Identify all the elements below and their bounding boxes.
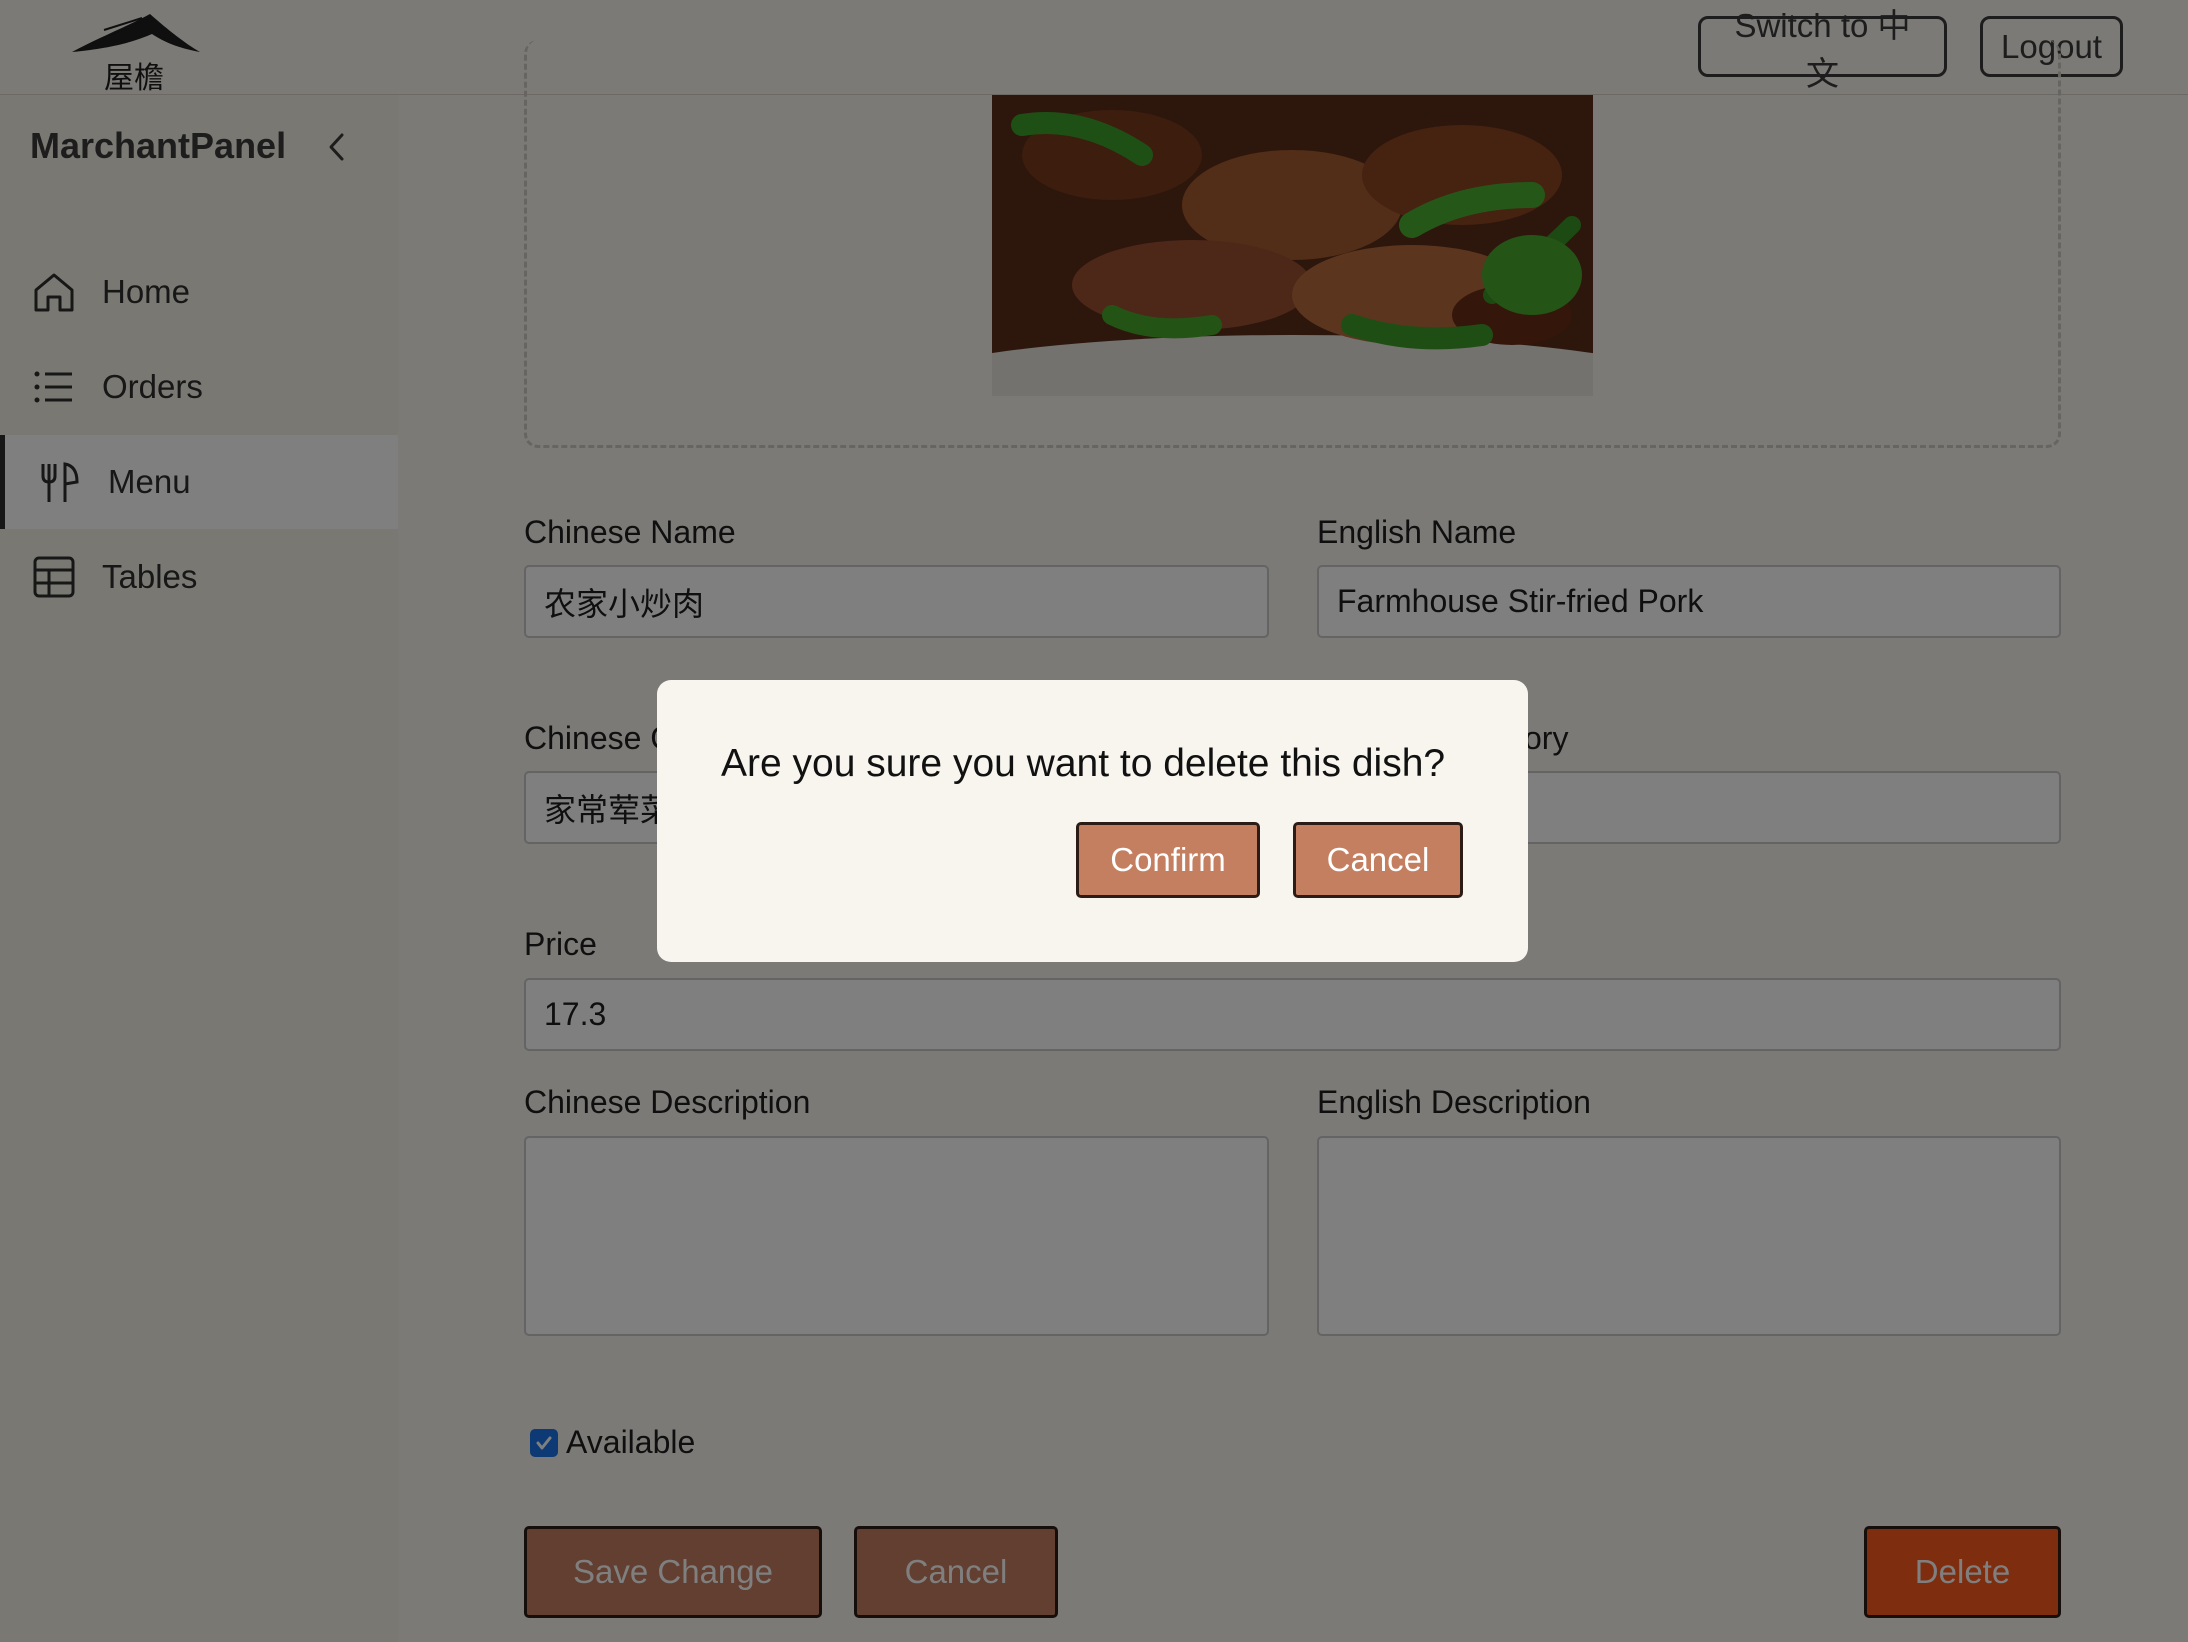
- confirm-button[interactable]: Confirm: [1076, 822, 1260, 898]
- delete-confirm-dialog: Are you sure you want to delete this dis…: [657, 680, 1528, 962]
- dialog-message: Are you sure you want to delete this dis…: [721, 742, 1446, 785]
- dialog-cancel-button[interactable]: Cancel: [1293, 822, 1463, 898]
